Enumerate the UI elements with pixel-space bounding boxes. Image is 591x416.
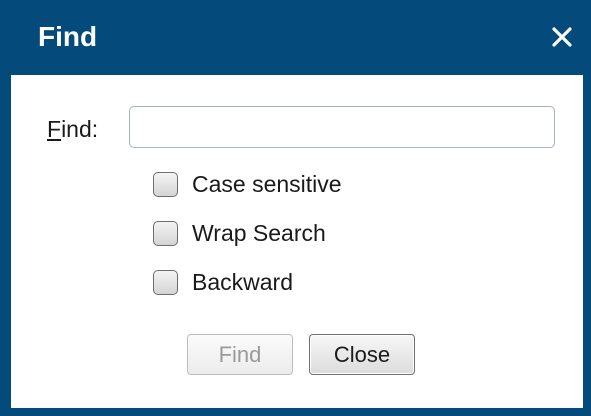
backward-option[interactable]: Backward — [153, 265, 293, 299]
backward-checkbox[interactable] — [153, 269, 178, 295]
find-label-mnemonic: F — [47, 116, 62, 142]
close-icon[interactable] — [547, 22, 577, 52]
wrap-search-checkbox[interactable] — [153, 220, 178, 246]
find-button[interactable]: Find — [187, 334, 293, 375]
wrap-search-label: Wrap Search — [192, 220, 326, 246]
case-sensitive-option[interactable]: Case sensitive — [153, 167, 342, 201]
backward-label: Backward — [192, 269, 293, 295]
find-input[interactable] — [129, 106, 555, 148]
find-label-rest: ind: — [61, 116, 99, 142]
find-dialog: Find Find: Case sensitive Wrap Search Ba… — [0, 0, 591, 416]
wrap-search-option[interactable]: Wrap Search — [153, 216, 326, 250]
dialog-border-bottom — [0, 408, 591, 416]
dialog-body: Find: Case sensitive Wrap Search Backwar… — [11, 75, 583, 408]
case-sensitive-label: Case sensitive — [192, 171, 342, 197]
dialog-title: Find — [38, 21, 98, 52]
dialog-border-right — [583, 0, 591, 416]
find-field-label: Find: — [47, 114, 98, 144]
case-sensitive-checkbox[interactable] — [153, 171, 178, 197]
close-button[interactable]: Close — [309, 334, 415, 375]
dialog-border-left — [0, 0, 11, 416]
dialog-titlebar[interactable]: Find — [0, 0, 591, 75]
